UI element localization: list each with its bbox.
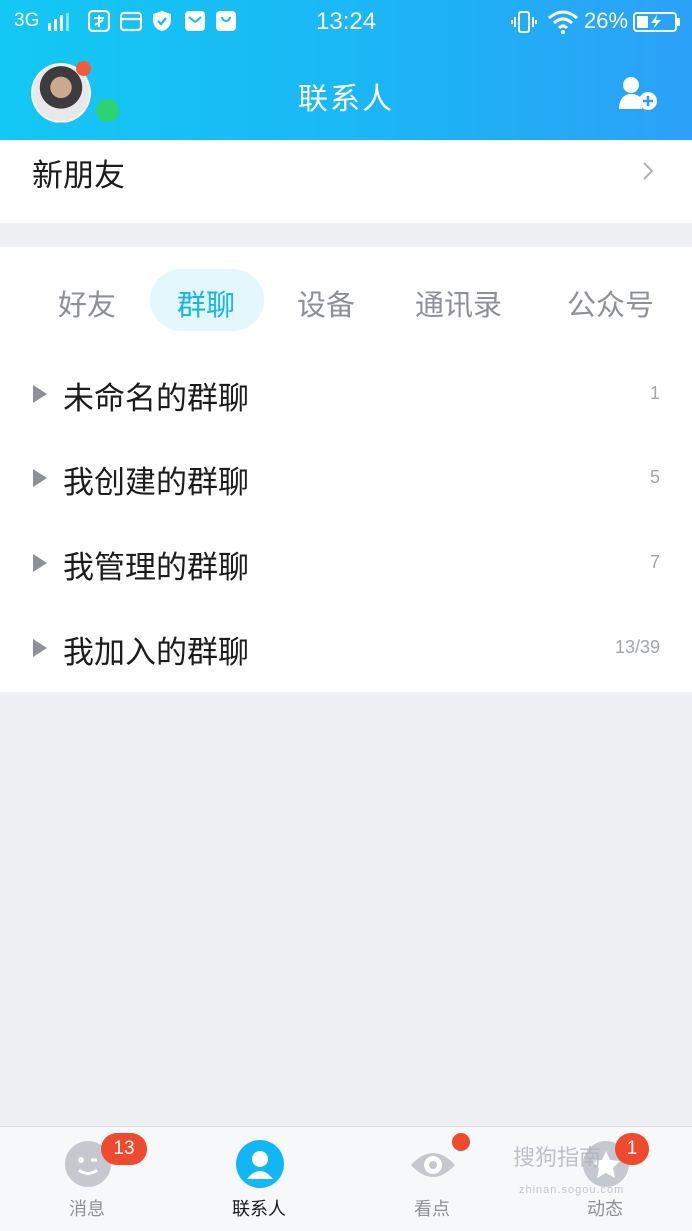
network-label: 3G <box>14 10 40 31</box>
highlights-red-dot <box>452 1133 470 1151</box>
group-name: 我加入的群聊 <box>63 635 249 671</box>
payment-icon <box>88 10 110 32</box>
new-friends-label: 新朋友 <box>32 158 125 194</box>
expand-arrow-icon <box>33 385 47 403</box>
wifi-icon <box>548 10 578 34</box>
group-row[interactable]: 我管理的群聊 7 <box>0 526 692 606</box>
watermark-url: zhinan.sogou.com <box>519 1184 625 1196</box>
group-chat-panel: 好友 群聊 设备 通讯录 公众号 未命名的群聊 1 我创建的群聊 5 我管理的群… <box>0 247 692 692</box>
new-friends-row[interactable]: 新朋友 <box>0 140 692 223</box>
wallet-icon <box>120 11 142 32</box>
messages-badge: 13 <box>101 1133 147 1165</box>
battery-percent: 26% <box>584 8 629 33</box>
bag-icon <box>216 11 236 31</box>
nav-label: 联系人 <box>232 1199 286 1220</box>
battery-icon <box>633 12 680 32</box>
tab-official-accounts[interactable]: 公众号 <box>567 282 654 324</box>
group-count: 13/39 <box>614 637 660 657</box>
mail-icon <box>185 11 205 31</box>
group-name: 我管理的群聊 <box>63 550 249 586</box>
nav-highlights[interactable]: 看点 <box>372 1127 492 1231</box>
nav-label: 消息 <box>69 1199 105 1220</box>
group-row[interactable]: 我加入的群聊 13/39 <box>0 611 692 691</box>
add-contact-icon[interactable] <box>618 75 658 111</box>
vibrate-icon <box>511 11 537 33</box>
group-count: 7 <box>649 552 660 572</box>
group-row[interactable]: 我创建的群聊 5 <box>0 441 692 521</box>
shield-icon <box>153 11 171 31</box>
nav-contacts[interactable]: 联系人 <box>199 1127 319 1231</box>
signal-icon <box>48 13 69 31</box>
feeds-badge: 1 <box>615 1133 649 1165</box>
expand-arrow-icon <box>33 639 47 657</box>
group-name: 我创建的群聊 <box>63 465 249 501</box>
nav-label: 看点 <box>414 1199 450 1220</box>
nav-messages[interactable]: 13 消息 <box>27 1127 147 1231</box>
tab-friends[interactable]: 好友 <box>58 282 116 324</box>
tab-address-book[interactable]: 通讯录 <box>415 282 502 324</box>
group-row[interactable]: 未命名的群聊 1 <box>0 357 692 437</box>
nav-label: 动态 <box>587 1199 623 1220</box>
group-count: 5 <box>649 467 660 487</box>
clock: 13:24 <box>316 8 377 35</box>
page-title: 联系人 <box>298 82 394 117</box>
tab-devices[interactable]: 设备 <box>297 282 355 324</box>
status-bar: 3G 13:24 26% <box>0 0 692 46</box>
contacts-icon <box>236 1140 284 1188</box>
expand-arrow-icon <box>33 554 47 572</box>
chevron-right-icon <box>643 162 654 180</box>
expand-arrow-icon <box>33 469 47 487</box>
header: 3G 13:24 26% 联系人 <box>0 0 692 140</box>
tab-groups[interactable]: 群聊 <box>177 282 235 324</box>
watermark-text: 搜狗指南 <box>513 1146 602 1171</box>
group-count: 1 <box>649 383 660 403</box>
group-name: 未命名的群聊 <box>63 381 249 417</box>
eye-icon <box>411 1153 455 1177</box>
